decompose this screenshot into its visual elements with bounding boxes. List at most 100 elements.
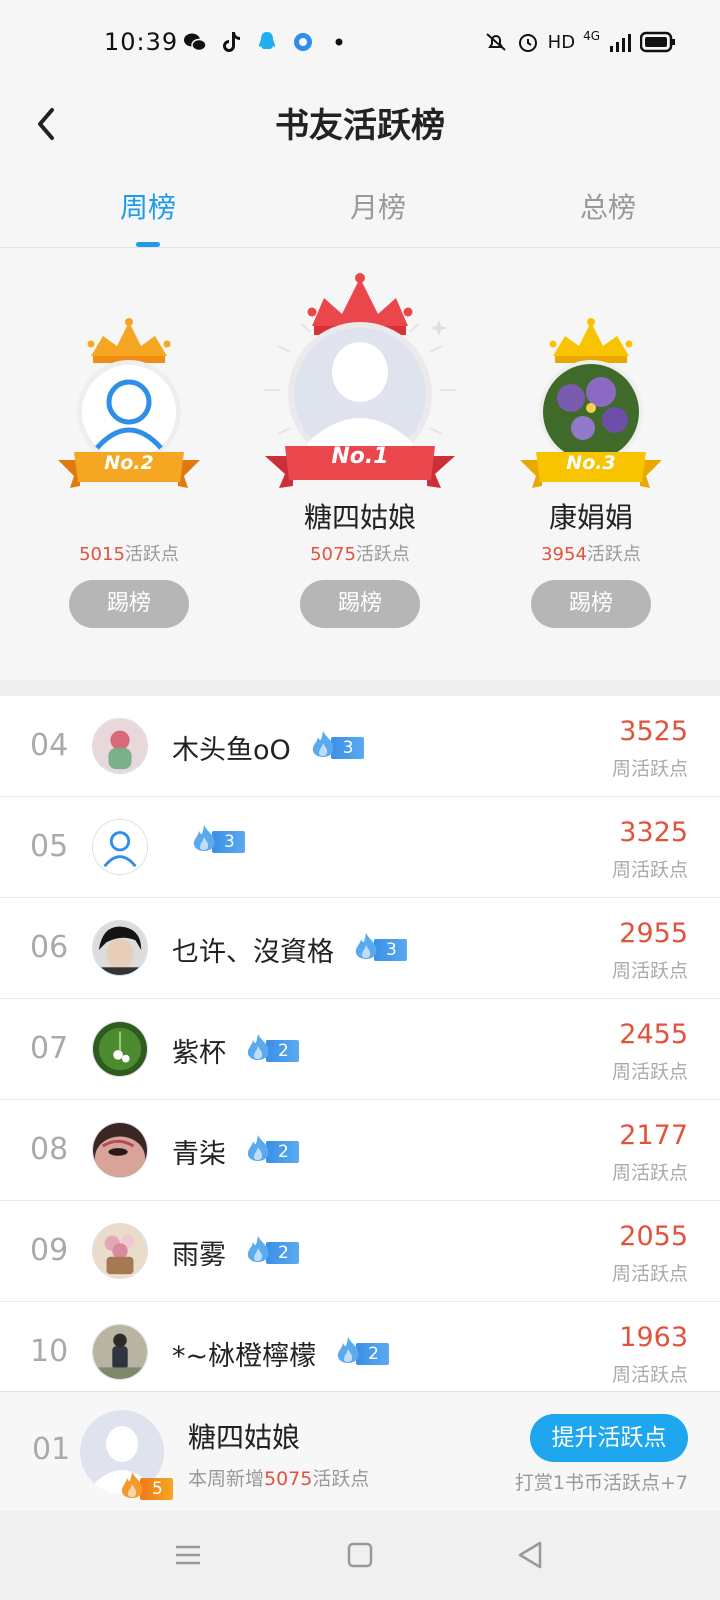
rank-name: 乜许、沒資格 <box>172 937 334 968</box>
flame-icon <box>193 825 215 851</box>
flame-icon <box>312 730 334 757</box>
rank-name: 木头鱼oO <box>172 735 291 766</box>
signal-icon <box>610 34 631 52</box>
third-place-points-suffix: 活跃点 <box>586 544 641 565</box>
weekly-score: 1963 <box>619 1322 688 1353</box>
third-place-points: 3954活跃点 <box>476 540 706 566</box>
rank-name-group: *~栤橙檸檬 2 <box>172 1334 389 1373</box>
rank-name-group: 青柒 2 <box>172 1132 299 1171</box>
list-item[interactable]: 05 3 3325 周活跃点 <box>0 797 720 898</box>
rank-number: 07 <box>30 1031 69 1066</box>
flame-icon <box>337 1336 359 1363</box>
avatar[interactable] <box>92 718 148 774</box>
hd-label: HD <box>547 31 576 53</box>
level-badge: 2 <box>244 1235 299 1266</box>
tiktok-icon <box>223 32 240 52</box>
weekly-score-label: 周活跃点 <box>611 1061 688 1083</box>
weekly-score-label: 周活跃点 <box>611 1364 688 1386</box>
avatar[interactable] <box>92 1021 148 1077</box>
weekly-score: 2455 <box>619 1019 688 1050</box>
my-rank-number: 01 <box>32 1432 71 1467</box>
status-bar: 10:39 HD 4G <box>0 0 720 90</box>
my-summary-suffix: 活跃点 <box>312 1468 370 1490</box>
weekly-score: 2955 <box>619 918 688 949</box>
rank-name-group: 乜许、沒資格 3 <box>172 930 407 969</box>
weekly-score: 3325 <box>619 817 688 848</box>
no1-badge-label: No.1 <box>331 444 389 469</box>
level-badge: 3 <box>190 825 245 855</box>
level-badge: 2 <box>244 1134 299 1165</box>
notification-icons <box>183 30 351 54</box>
ranking-list: 04 木头鱼oO 3 3525 周活跃点 05 3 3325 周活跃点 06 乜… <box>0 696 720 1403</box>
menu-icon[interactable] <box>166 1533 210 1577</box>
mute-icon <box>485 33 506 51</box>
boost-tip: 打赏1书币活跃点+7 <box>514 1472 688 1494</box>
second-place-points-value: 5015 <box>79 544 125 565</box>
avatar[interactable] <box>92 819 148 875</box>
my-level-badge: 5 <box>118 1472 173 1502</box>
list-item[interactable]: 09 雨雾 2 2055 周活跃点 <box>0 1201 720 1302</box>
first-place-name: 糖四姑娘 <box>303 501 416 534</box>
avatar[interactable] <box>92 1122 148 1178</box>
rank-name: *~栤橙檸檬 <box>172 1341 317 1372</box>
avatar[interactable] <box>92 1324 148 1380</box>
tab-monthly[interactable]: 月榜 <box>298 186 458 226</box>
kick-button-second[interactable]: 踢榜 <box>69 580 189 628</box>
home-icon[interactable] <box>338 1533 382 1577</box>
rank-number: 09 <box>30 1233 69 1268</box>
list-item[interactable]: 06 乜许、沒資格 3 2955 周活跃点 <box>0 898 720 999</box>
list-item[interactable]: 07 紫杯 2 2455 周活跃点 <box>0 999 720 1100</box>
back-nav-icon[interactable] <box>508 1533 552 1577</box>
sparkle-icon <box>431 320 447 336</box>
level-badge: 2 <box>244 1033 299 1064</box>
battery-icon <box>640 31 675 53</box>
kick-button-first[interactable]: 踢榜 <box>300 580 420 628</box>
more-dot-icon <box>335 38 343 46</box>
first-place-points-suffix: 活跃点 <box>355 544 410 565</box>
rank-name: 雨雾 <box>172 1240 226 1271</box>
avatar[interactable] <box>92 920 148 976</box>
list-item[interactable]: 04 木头鱼oO 3 3525 周活跃点 <box>0 696 720 797</box>
third-place-name: 康娟娟 <box>548 501 633 534</box>
list-item[interactable]: 10 *~栤橙檸檬 2 1963 周活跃点 <box>0 1302 720 1403</box>
alarm-icon <box>518 34 537 52</box>
rank-number: 06 <box>30 930 69 965</box>
tab-total[interactable]: 总榜 <box>528 186 688 226</box>
system-nav-bar <box>0 1511 720 1600</box>
section-divider <box>0 680 720 696</box>
weekly-score-label: 周活跃点 <box>611 758 688 780</box>
flame-icon <box>355 932 377 959</box>
no2-badge-label: No.2 <box>104 452 154 474</box>
avatar[interactable] <box>92 1223 148 1279</box>
tab-bar: 周榜 月榜 总榜 <box>0 160 720 248</box>
tab-indicator <box>136 242 160 247</box>
no3-badge-label: No.3 <box>566 452 616 474</box>
kick-button-third[interactable]: 踢榜 <box>531 580 651 628</box>
rank-number: 04 <box>30 728 69 763</box>
browser-icon <box>294 33 312 51</box>
qq-icon <box>259 32 275 49</box>
podium-second: No.2 5015活跃点 踢榜 <box>14 248 244 680</box>
weekly-score: 3525 <box>619 716 688 747</box>
rank-name-group: 3 <box>172 825 245 855</box>
rank-name-group: 木头鱼oO 3 <box>172 728 364 767</box>
podium-third: No.3 康娟娟 3954活跃点 踢榜 <box>476 248 706 680</box>
third-place-points-value: 3954 <box>541 544 587 565</box>
flame-icon <box>247 1235 269 1262</box>
weekly-score-label: 周活跃点 <box>611 960 688 982</box>
boost-activity-button[interactable]: 提升活跃点 <box>530 1414 688 1462</box>
rank-number: 05 <box>30 829 69 864</box>
level-badge: 3 <box>352 932 407 963</box>
my-weekly-summary: 本周新增5075活跃点 <box>188 1464 369 1491</box>
first-place-points: 5075活跃点 <box>245 540 475 566</box>
podium-first: No.1 糖四姑娘 5075活跃点 踢榜 <box>245 248 475 680</box>
weekly-score-label: 周活跃点 <box>611 1263 688 1285</box>
list-item[interactable]: 08 青柒 2 2177 周活跃点 <box>0 1100 720 1201</box>
flame-icon <box>247 1134 269 1161</box>
page-title: 书友活跃榜 <box>275 106 445 146</box>
second-place-points-suffix: 活跃点 <box>124 544 179 565</box>
tab-weekly[interactable]: 周榜 <box>68 186 228 226</box>
weekly-score: 2177 <box>619 1120 688 1151</box>
weekly-score: 2055 <box>619 1221 688 1252</box>
rank-number: 08 <box>30 1132 69 1167</box>
